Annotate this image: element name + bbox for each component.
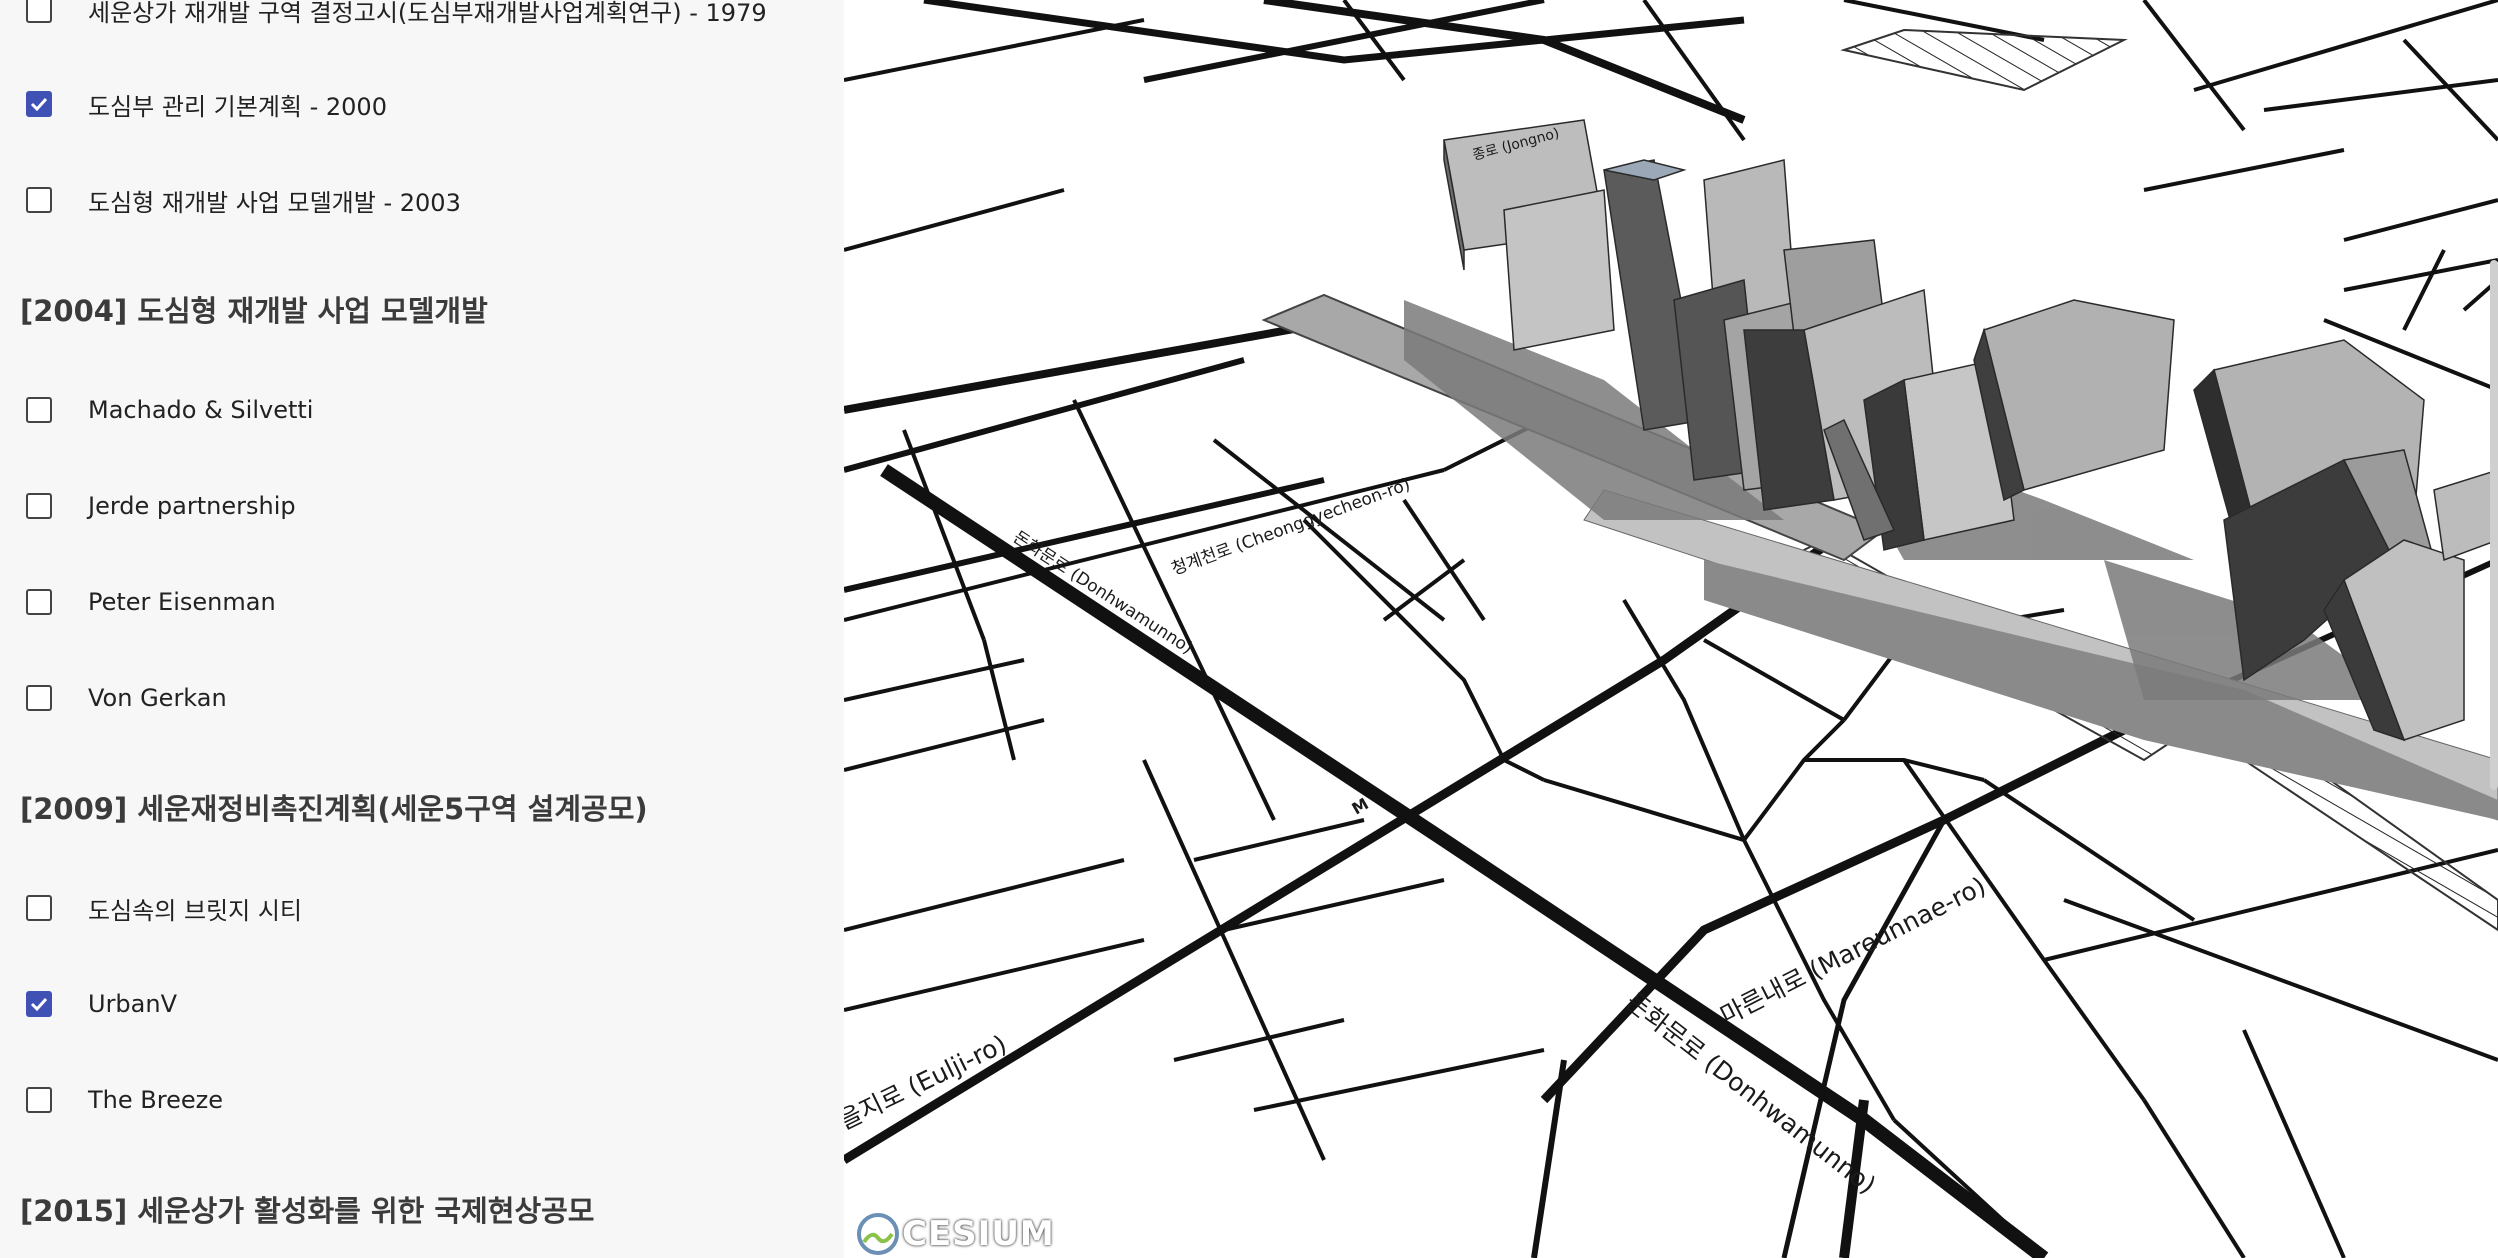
layer-label: Jerde partnership <box>88 492 296 520</box>
check-icon <box>30 97 48 112</box>
section-heading-2004: [2004] 도심형 재개발 사업 모델개발 <box>20 294 488 328</box>
map-canvas[interactable]: 청계천로 (Cheonggyecheon-ro) 돈화문로 (Donhwamun… <box>844 0 2498 1258</box>
checkbox[interactable] <box>26 1087 52 1113</box>
cesium-globe-icon <box>857 1213 899 1255</box>
layer-checkbox-item[interactable]: 도심속의 브릿지 시티 <box>26 888 302 928</box>
layer-label: Peter Eisenman <box>88 588 276 616</box>
section-heading-2015: [2015] 세운상가 활성화를 위한 국제현상공모 <box>20 1194 595 1228</box>
check-icon <box>30 997 48 1012</box>
layer-label: 도심속의 브릿지 시티 <box>88 896 302 925</box>
checkbox[interactable] <box>26 895 52 921</box>
layer-label: Von Gerkan <box>88 684 227 712</box>
checkbox[interactable] <box>26 589 52 615</box>
layer-label: 도심형 재개발 사업 모델개발 - 2003 <box>88 188 461 217</box>
cesium-3d-map-viewport[interactable]: 청계천로 (Cheonggyecheon-ro) 돈화문로 (Donhwamun… <box>844 0 2498 1258</box>
layer-checkbox-item[interactable]: Peter Eisenman <box>26 582 276 622</box>
layer-checkbox-item[interactable]: UrbanV <box>26 984 177 1024</box>
layer-checkbox-item[interactable]: Von Gerkan <box>26 678 227 718</box>
checkbox[interactable] <box>26 493 52 519</box>
layer-label: UrbanV <box>88 990 178 1018</box>
layer-checkbox-item[interactable]: Jerde partnership <box>26 486 296 526</box>
checkbox[interactable] <box>26 685 52 711</box>
section-heading-2009: [2009] 세운재정비촉진계획(세운5구역 설계공모) <box>20 792 648 826</box>
layer-checkbox-item[interactable]: 도심형 재개발 사업 모델개발 - 2003 <box>26 180 461 220</box>
layer-label: 세운상가 재개발 구역 결정고시(도심부재개발사업계획연구) - 1979 <box>88 0 767 27</box>
checkbox[interactable] <box>26 397 52 423</box>
checkbox[interactable] <box>26 0 52 23</box>
checkbox-checked[interactable] <box>26 91 52 117</box>
scrollbar[interactable] <box>2490 260 2498 790</box>
layer-checkbox-item[interactable]: 도심부 관리 기본계획 - 2000 <box>26 84 387 124</box>
checkbox-checked[interactable] <box>26 991 52 1017</box>
road-label-donhwamunro-upper: 돈화문로 (Donhwamunno) <box>1009 527 1196 658</box>
layer-label: Machado & Silvetti <box>88 396 314 424</box>
layer-checkbox-item[interactable]: The Breeze <box>26 1080 223 1120</box>
cesium-wordmark: CESIUM <box>902 1214 1055 1254</box>
layer-label: 도심부 관리 기본계획 - 2000 <box>88 92 387 121</box>
layer-checkbox-item[interactable]: Machado & Silvetti <box>26 390 313 430</box>
layer-checkbox-item[interactable]: 세운상가 재개발 구역 결정고시(도심부재개발사업계획연구) - 1979 <box>26 0 767 30</box>
road-label-eulji: 을지로 (Eulji-ro) <box>844 1029 1011 1135</box>
road-label-mareunnae: 마른내로 (Mareunnae-ro) <box>1716 871 1991 1030</box>
checkbox[interactable] <box>26 187 52 213</box>
layer-label: The Breeze <box>88 1086 223 1114</box>
cesium-attribution-logo[interactable]: CESIUM <box>856 1212 1055 1256</box>
layer-sidebar: 세운상가 재개발 구역 결정고시(도심부재개발사업계획연구) - 1979 도심… <box>0 0 844 1258</box>
